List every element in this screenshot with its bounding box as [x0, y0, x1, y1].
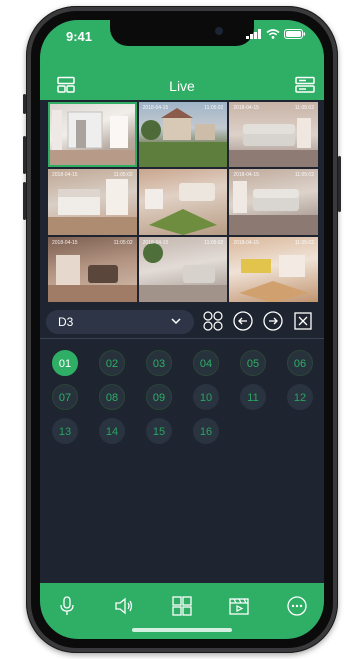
more-icon: [287, 596, 307, 616]
channel-button[interactable]: 02: [99, 350, 125, 376]
camera-feed-1[interactable]: [48, 102, 137, 168]
mute-switch: [23, 94, 26, 114]
app-screen: 9:41 Live 2018-04-15 11:05:02 2018-04-15…: [40, 20, 324, 639]
camera-feed-7[interactable]: 2018-04-15 11:05:02: [48, 236, 137, 302]
channel-button[interactable]: 12: [287, 384, 313, 410]
channel-button[interactable]: 15: [146, 418, 172, 444]
camera-feed-3-scene: [229, 118, 318, 168]
camera-feed-5-scene: [144, 183, 217, 235]
next-button[interactable]: [262, 310, 284, 332]
channel-button[interactable]: 13: [52, 418, 78, 444]
camera-feed-2[interactable]: 2018-04-15 11:05:02: [138, 102, 228, 168]
wifi-icon: [266, 29, 280, 39]
previous-button[interactable]: [232, 310, 254, 332]
feed-time: 11:05:02: [294, 172, 314, 179]
power-button: [338, 156, 341, 212]
channel-layout-button[interactable]: [202, 310, 224, 332]
chevron-down-icon: [171, 318, 181, 325]
layout-grid-icon: [172, 596, 192, 616]
feed-time: 11:05:02: [204, 105, 224, 111]
nvr-menu-button[interactable]: [294, 76, 316, 94]
playback-icon: [229, 598, 249, 615]
feed-date: 2018-04-15: [233, 172, 259, 179]
camera-feed-4-scene: [48, 179, 137, 235]
front-camera: [215, 27, 223, 35]
camera-feed-9-scene: [239, 254, 310, 302]
camera-feed-7-scene: [48, 254, 137, 302]
volume-down-button: [23, 182, 26, 220]
arrow-left-circle-icon: [233, 311, 253, 331]
layout-button[interactable]: [171, 595, 193, 617]
channel-button[interactable]: 11: [240, 384, 266, 410]
signal-icon: [246, 29, 261, 39]
camera-feed-9[interactable]: 2018-04-15 11:05:02: [229, 236, 318, 302]
channel-layout-icon: [203, 311, 223, 331]
channel-button[interactable]: 07: [52, 384, 78, 410]
camera-feed-6[interactable]: 2018-04-15 11:05:02: [229, 169, 318, 235]
channel-button[interactable]: 04: [193, 350, 219, 376]
channel-button[interactable]: 09: [146, 384, 172, 410]
feed-date: 2018-04-15: [233, 239, 259, 246]
channel-button[interactable]: 05: [240, 350, 266, 376]
feed-date: 2018-04-15: [142, 239, 169, 246]
camera-feed-5[interactable]: [138, 169, 228, 235]
close-all-button[interactable]: [292, 310, 314, 332]
status-icons: [246, 29, 306, 39]
camera-feed-3[interactable]: 2018-04-15 11:05:02: [229, 102, 318, 168]
camera-feed-4[interactable]: 2018-04-15 11:05:02: [48, 169, 137, 235]
feed-time: 11:05:02: [113, 172, 133, 179]
phone-frame: 9:41 Live 2018-04-15 11:05:02 2018-04-15…: [23, 6, 341, 653]
camera-feed-6-scene: [229, 181, 318, 235]
feed-date: 2018-04-15: [142, 105, 169, 111]
channel-button[interactable]: 06: [287, 350, 313, 376]
arrow-right-circle-icon: [263, 311, 283, 331]
playback-button[interactable]: [228, 595, 250, 617]
feed-time: 11:05:02: [113, 239, 133, 246]
home-indicator[interactable]: [132, 628, 232, 632]
close-window-icon: [294, 312, 312, 330]
channel-button[interactable]: 03: [146, 350, 172, 376]
feed-time: 11:05:02: [294, 239, 314, 246]
camera-feed-2-scene: [138, 108, 228, 168]
channel-button[interactable]: 08: [99, 384, 125, 410]
channel-button[interactable]: 01: [52, 350, 78, 376]
notch: [110, 20, 254, 46]
channel-button[interactable]: 14: [99, 418, 125, 444]
channel-button[interactable]: 10: [193, 384, 219, 410]
channel-button[interactable]: 16: [193, 418, 219, 444]
page-title: Live: [169, 78, 195, 94]
audio-button[interactable]: [113, 595, 135, 617]
talk-button[interactable]: [56, 595, 78, 617]
camera-feed-8-scene: [138, 242, 228, 302]
feed-time: 11:05:02: [294, 105, 314, 111]
more-button[interactable]: [286, 595, 308, 617]
battery-icon: [284, 29, 306, 39]
feed-date: 2018-04-15: [52, 172, 78, 179]
feed-date: 2018-04-15: [233, 105, 259, 111]
microphone-icon: [60, 596, 74, 615]
status-time: 9:41: [66, 29, 93, 44]
camera-grid: 2018-04-15 11:05:02 2018-04-15 11:05:02: [48, 102, 318, 302]
feed-time: 11:05:02: [204, 239, 224, 246]
device-select-value: D3: [58, 315, 74, 329]
camera-feed-8[interactable]: 2018-04-15 11:05:02: [138, 236, 228, 302]
nvr-menu-icon: [295, 76, 315, 93]
speaker-icon: [115, 597, 133, 615]
camera-feed-1-scene: [48, 110, 137, 168]
channel-list: 01 02 03 04 05 06 07 08 09 10 11 12 13 14 15 16: [52, 350, 314, 444]
volume-up-button: [23, 136, 26, 174]
divider: [40, 338, 324, 339]
device-select[interactable]: D3: [46, 310, 194, 334]
live-controls: D3: [40, 304, 324, 338]
feed-date: 2018-04-15: [52, 239, 78, 246]
